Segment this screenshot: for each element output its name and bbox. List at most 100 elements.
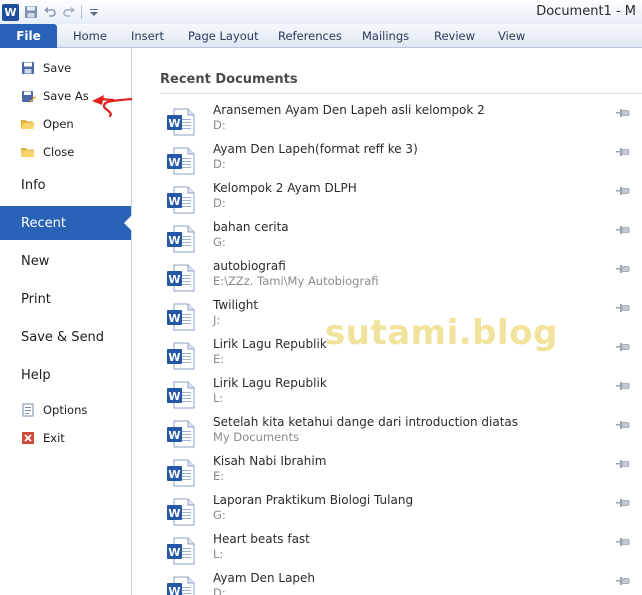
pin-icon[interactable] [616, 342, 630, 352]
word-logo-icon[interactable]: W [2, 3, 19, 21]
pin-icon[interactable] [616, 264, 630, 274]
tab-view[interactable]: View [498, 24, 525, 48]
nav-exit[interactable]: Exit [0, 425, 131, 451]
recent-document-item[interactable]: W Ayam Den Lapeh(format reff ke 3) D: [160, 142, 642, 181]
close-folder-icon [20, 144, 36, 160]
pin-icon[interactable] [616, 420, 630, 430]
pin-icon[interactable] [616, 303, 630, 313]
recent-document-path: D: [213, 586, 226, 595]
recent-document-item[interactable]: Wautobiografi E:\ZZz. Tami\My Autobiograf… [160, 259, 642, 298]
pin-icon[interactable] [616, 147, 630, 157]
save-as-icon [20, 88, 36, 104]
recent-document-item[interactable]: W Heart beats fast L: [160, 532, 642, 571]
nav-new[interactable]: New [0, 244, 131, 278]
recent-document-name: Heart beats fast [213, 532, 310, 546]
recent-document-path: L: [213, 391, 224, 405]
svg-text:W: W [168, 156, 180, 169]
word-document-icon: W [167, 303, 195, 331]
nav-close[interactable]: Close [0, 139, 131, 165]
qat-separator [81, 5, 82, 19]
recent-document-item[interactable]: W Ayam Den Lapeh D: [160, 571, 642, 595]
pin-icon[interactable] [616, 537, 630, 547]
word-document-icon: W [167, 147, 195, 175]
pin-icon[interactable] [616, 186, 630, 196]
tab-page-layout[interactable]: Page Layout [188, 24, 259, 48]
recent-document-name: Kelompok 2 Ayam DLPH [213, 181, 357, 195]
svg-text:W: W [168, 429, 180, 442]
tab-review[interactable]: Review [434, 24, 475, 48]
recent-document-name: Aransemen Ayam Den Lapeh asli kelompok 2 [213, 103, 485, 117]
pin-icon[interactable] [616, 498, 630, 508]
recent-document-path: J: [213, 313, 221, 327]
heading-divider [160, 93, 642, 94]
recent-document-path: E: [213, 352, 225, 366]
recent-document-name: Kisah Nabi Ibrahim [213, 454, 327, 468]
undo-icon[interactable] [43, 5, 57, 19]
recent-document-path: D: [213, 118, 226, 132]
nav-close-label: Close [43, 145, 75, 159]
recent-document-item[interactable]: W Kelompok 2 Ayam DLPH D: [160, 181, 642, 220]
tab-insert[interactable]: Insert [131, 24, 164, 48]
recent-document-name: Twilight [213, 298, 259, 312]
recent-document-item[interactable]: Wbahan cerita G: [160, 220, 642, 259]
word-document-icon: W [167, 186, 195, 214]
svg-text:W: W [168, 351, 180, 364]
svg-text:W: W [168, 195, 180, 208]
recent-document-name: Setelah kita ketahui dange dari introduc… [213, 415, 519, 429]
nav-options[interactable]: Options [0, 397, 131, 423]
redo-icon[interactable] [62, 5, 76, 19]
recent-document-item[interactable]: W Setelah kita ketahui dange dari introdu… [160, 415, 642, 454]
svg-text:W: W [168, 546, 180, 559]
nav-print[interactable]: Print [0, 282, 131, 316]
nav-recent[interactable]: Recent [0, 206, 132, 240]
svg-text:W: W [168, 234, 180, 247]
tab-references[interactable]: References [278, 24, 342, 48]
word-document-icon: W [167, 264, 195, 292]
recent-document-path: G: [213, 235, 226, 249]
tab-file[interactable]: File [0, 24, 57, 48]
word-document-icon: W [167, 342, 195, 370]
tab-home[interactable]: Home [73, 24, 107, 48]
recent-document-item[interactable]: W Aransemen Ayam Den Lapeh asli kelompok … [160, 103, 642, 142]
watermark: sutami.blog [325, 313, 558, 353]
recent-document-path: L: [213, 547, 224, 561]
nav-info[interactable]: Info [0, 168, 131, 202]
recent-document-name: Lirik Lagu Republik [213, 376, 327, 390]
quick-access-toolbar: W [2, 3, 101, 21]
svg-text:W: W [168, 507, 180, 520]
recent-document-item[interactable]: W Laporan Praktikum Biologi Tulang G: [160, 493, 642, 532]
recent-document-name: autobiografi [213, 259, 286, 273]
nav-save-send[interactable]: Save & Send [0, 320, 131, 354]
svg-text:W: W [168, 585, 180, 595]
pin-icon[interactable] [616, 381, 630, 391]
recent-document-path: My Documents [213, 430, 299, 444]
save-icon [20, 60, 36, 76]
svg-text:W: W [168, 273, 180, 286]
recent-document-path: E: [213, 469, 225, 483]
nav-open-label: Open [43, 117, 74, 131]
exit-icon [20, 430, 36, 446]
nav-save-as-label: Save As [43, 89, 89, 103]
pin-icon[interactable] [616, 459, 630, 469]
recent-document-name: bahan cerita [213, 220, 289, 234]
recent-documents-heading: Recent Documents [160, 72, 298, 87]
nav-exit-label: Exit [43, 431, 65, 445]
svg-text:W: W [168, 468, 180, 481]
recent-document-item[interactable]: W Kisah Nabi Ibrahim E: [160, 454, 642, 493]
pin-icon[interactable] [616, 108, 630, 118]
options-icon [20, 402, 36, 418]
recent-document-name: Lirik Lagu Republik [213, 337, 327, 351]
word-document-icon: W [167, 225, 195, 253]
nav-options-label: Options [43, 403, 88, 417]
pin-icon[interactable] [616, 576, 630, 586]
customize-qat-icon[interactable] [87, 5, 101, 19]
pin-icon[interactable] [616, 225, 630, 235]
backstage-nav: Save Save As Open Close Info Recent New … [0, 48, 132, 595]
ribbon-tab-bar: File Home Insert Page Layout References … [0, 24, 642, 48]
word-document-icon: W [167, 537, 195, 565]
tab-mailings[interactable]: Mailings [362, 24, 409, 48]
nav-help[interactable]: Help [0, 358, 131, 392]
recent-document-item[interactable]: W Lirik Lagu Republik L: [160, 376, 642, 415]
nav-save[interactable]: Save [0, 55, 131, 81]
save-icon[interactable] [24, 5, 38, 19]
